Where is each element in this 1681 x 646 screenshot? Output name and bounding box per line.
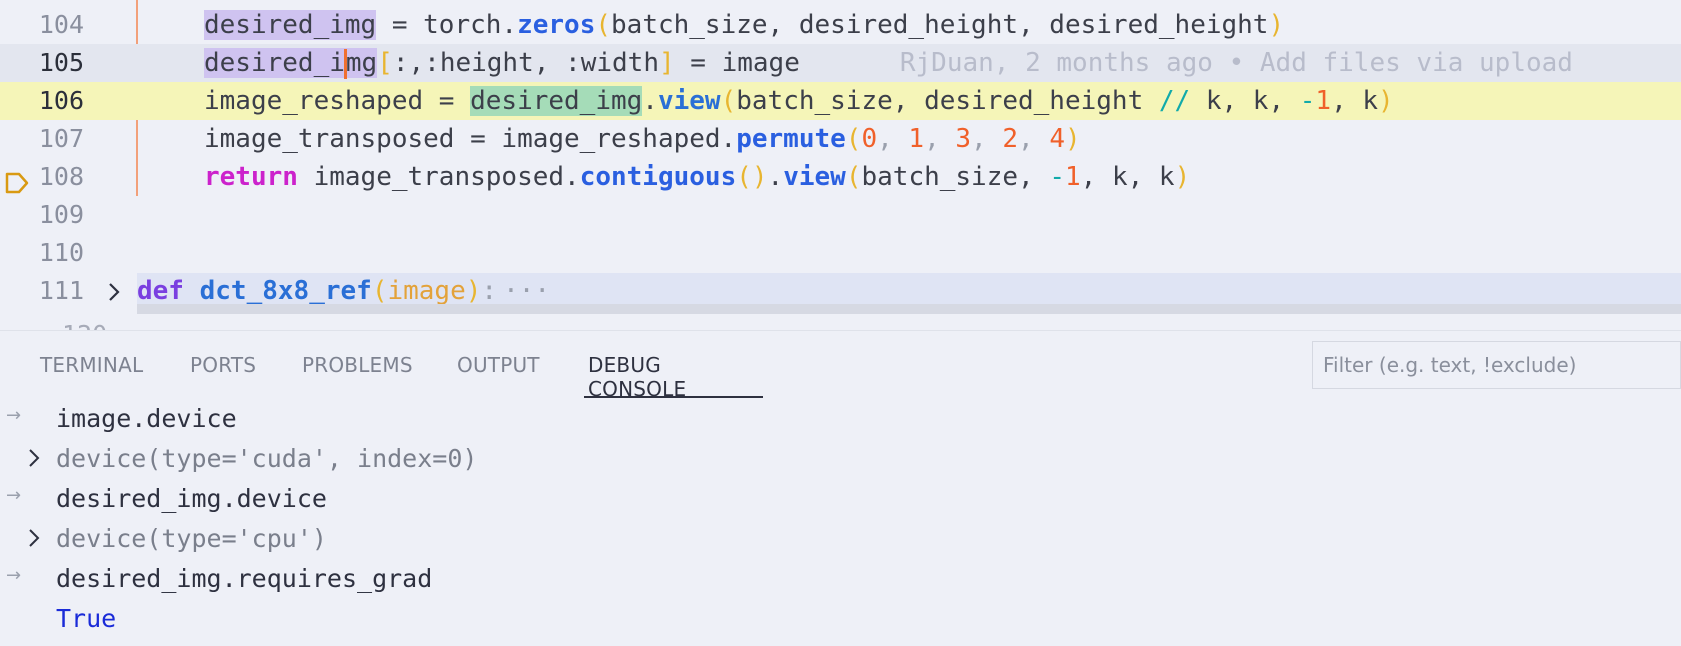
code-line-108[interactable]: 108 return image_transposed.contiguous()… [0, 158, 1681, 196]
tab-problems[interactable]: PROBLEMS [302, 353, 413, 377]
code-line-110[interactable]: 110 [0, 234, 1681, 272]
code-text: image_reshaped = desired_img.view(batch_… [204, 86, 1394, 116]
input-arrow-icon: → [6, 405, 22, 426]
console-result-row[interactable]: device(type='cuda', index=0) [0, 439, 1681, 479]
line-number: 109 [38, 200, 84, 229]
code-text: return image_transposed.contiguous().vie… [204, 162, 1191, 192]
code-line-109[interactable]: 109 [0, 196, 1681, 234]
code-text: image_transposed = image_reshaped.permut… [204, 124, 1081, 154]
console-input-row: → desired_img.requires_grad [0, 559, 1681, 599]
console-filter-input[interactable] [1312, 341, 1681, 389]
line-number: 104 [38, 10, 84, 39]
console-result-text: device(type='cuda', index=0) [56, 444, 478, 473]
code-line-104[interactable]: 104 desired_img = torch.zeros(batch_size… [0, 6, 1681, 44]
console-result-row[interactable]: device(type='cpu') [0, 519, 1681, 559]
chevron-right-icon[interactable] [105, 281, 123, 303]
input-arrow-icon: → [6, 485, 22, 506]
tab-terminal[interactable]: TERMINAL [40, 353, 143, 377]
bottom-panel: TERMINAL PORTS PROBLEMS OUTPUT DEBUG CON… [0, 330, 1681, 646]
console-input-text: desired_img.requires_grad [56, 564, 433, 593]
code-line-107[interactable]: 107 image_transposed = image_reshaped.pe… [0, 120, 1681, 158]
line-number: 111 [38, 276, 84, 305]
code-line-105[interactable]: 105 desired_img[:,:height, :width] = ima… [0, 44, 1681, 82]
chevron-right-icon[interactable] [26, 447, 42, 469]
console-value-text: True [56, 604, 117, 633]
code-line-106[interactable]: 106 image_reshaped = desired_img.view(ba… [0, 82, 1681, 194]
line-number: 108 [38, 162, 84, 191]
console-result-text: device(type='cpu') [56, 524, 327, 553]
code-text: desired_img[:,:height, :width] = image Rj… [204, 48, 1573, 79]
tab-ports[interactable]: PORTS [190, 353, 256, 377]
git-blame-annotation: RjDuan, 2 months ago • Add files via upl… [899, 48, 1573, 78]
line-number: 105 [38, 48, 84, 77]
horizontal-scrollbar[interactable] [137, 304, 1681, 314]
line-number: 120 [62, 316, 107, 330]
line-number: 110 [38, 238, 84, 267]
tab-debug-console[interactable]: DEBUG CONSOLE [588, 353, 686, 401]
input-arrow-icon: → [6, 565, 22, 586]
console-input-text: desired_img.device [56, 484, 327, 513]
code-editor[interactable]: 104 desired_img = torch.zeros(batch_size… [0, 0, 1681, 330]
console-input-row: → desired_img.device [0, 479, 1681, 519]
line-number: 107 [38, 124, 84, 153]
active-tab-indicator [584, 396, 763, 398]
code-text: desired_img = torch.zeros(batch_size, de… [204, 10, 1285, 40]
console-input-text: image.device [56, 404, 237, 433]
console-value-row: True [0, 599, 1681, 639]
console-input-row: → image.device [0, 399, 1681, 439]
chevron-right-icon[interactable] [26, 527, 42, 549]
tab-output[interactable]: OUTPUT [457, 353, 540, 377]
line-number: 106 [38, 86, 84, 115]
